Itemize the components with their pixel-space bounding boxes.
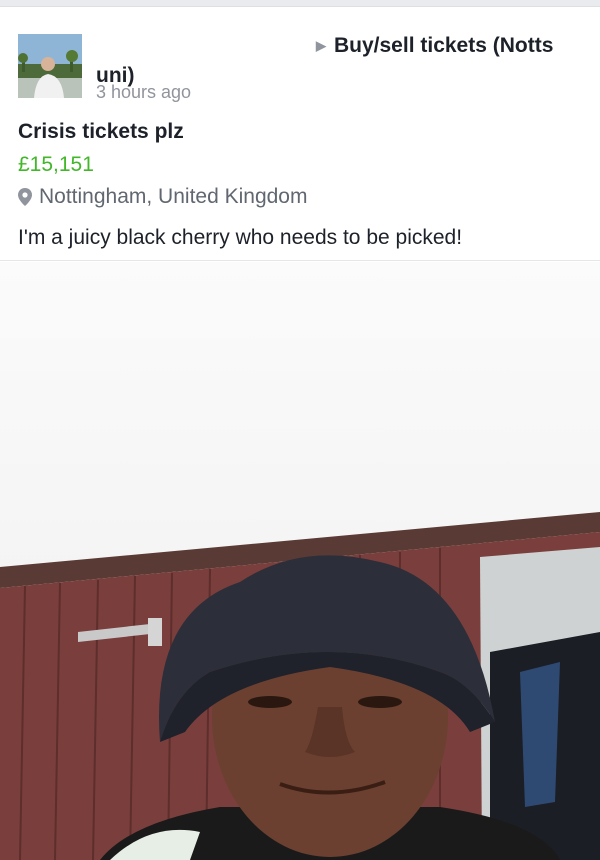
listing-photo[interactable] <box>0 262 600 860</box>
post-timestamp[interactable]: 3 hours ago <box>96 82 191 103</box>
listing-location: Nottingham, United Kingdom <box>18 185 307 209</box>
listing-title: Crisis tickets plz <box>18 120 184 143</box>
listing-price: £15,151 <box>18 153 94 176</box>
location-text: Nottingham, United Kingdom <box>39 185 308 208</box>
map-pin-icon <box>18 188 32 206</box>
listing-description: I'm a juicy black cherry who needs to be… <box>18 226 463 249</box>
top-separator <box>0 0 600 7</box>
seller-avatar[interactable] <box>18 34 82 98</box>
marketplace-post: ▶ Buy/sell tickets (Notts uni) 3 hours ag… <box>0 7 600 261</box>
triangle-right-icon: ▶ <box>316 38 326 53</box>
